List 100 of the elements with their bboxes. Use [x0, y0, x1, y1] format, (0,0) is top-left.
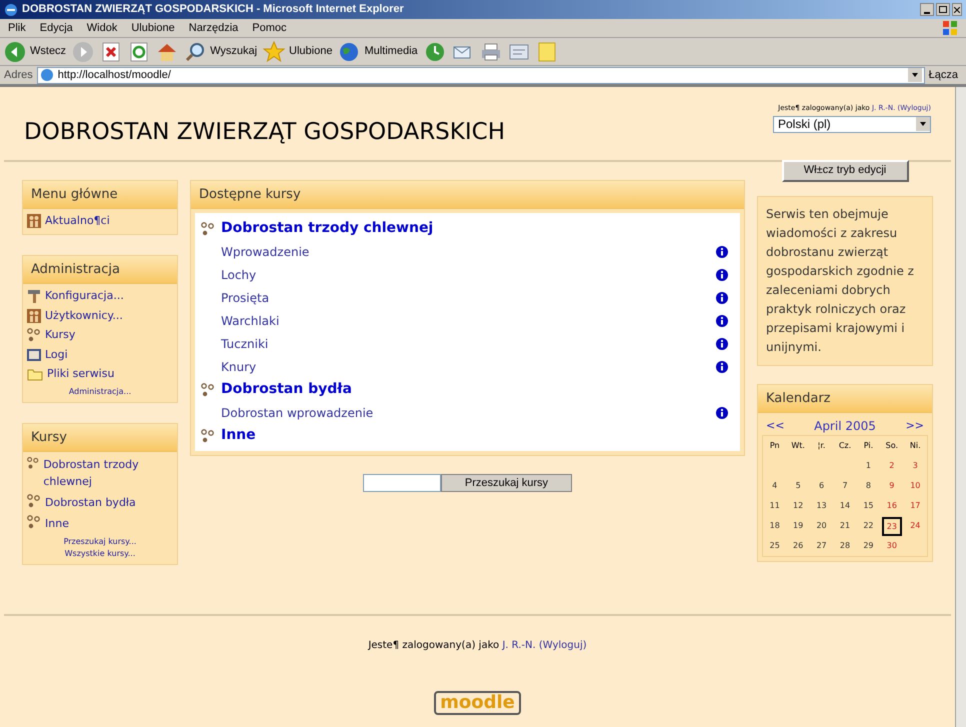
back-icon: [4, 40, 26, 62]
calendar-day[interactable]: 28: [840, 540, 850, 552]
history-icon: [424, 40, 446, 62]
toolbar-button[interactable]: [128, 40, 150, 62]
toolbar-button[interactable]: Multimedia: [338, 40, 418, 62]
calendar-day[interactable]: 27: [816, 540, 827, 552]
calendar-day[interactable]: 5: [796, 480, 801, 492]
edit-mode-button[interactable]: Wł±cz tryb edycji: [782, 160, 908, 182]
calendar-day[interactable]: 16: [886, 500, 897, 512]
toolbar-button[interactable]: Wyszukaj: [184, 40, 258, 62]
course-search-field[interactable]: [363, 474, 441, 492]
calendar-day[interactable]: 6: [819, 480, 824, 492]
category-link[interactable]: Dobrostan bydła: [221, 379, 352, 400]
toolbar-button[interactable]: Wstecz: [4, 40, 66, 62]
window-title: DOBROSTAN ZWIERZĄT GOSPODARSKICH - Microsoft Internet Explorer: [22, 2, 405, 18]
calendar-day[interactable]: 17: [910, 500, 920, 512]
menu-item[interactable]: Ulubione: [131, 20, 175, 36]
info-icon[interactable]: [716, 314, 728, 326]
calendar-day[interactable]: 7: [842, 480, 848, 492]
info-icon[interactable]: [716, 292, 728, 304]
calendar-day[interactable]: 26: [793, 540, 804, 552]
course-link[interactable]: Warchlaki: [221, 312, 280, 330]
calendar-day[interactable]: 13: [816, 500, 827, 512]
calendar-day[interactable]: 11: [770, 500, 780, 512]
logout-link[interactable]: (Wyloguj): [538, 640, 587, 651]
course-link[interactable]: Dobrostan wprowadzenie: [221, 404, 374, 422]
calendar-day[interactable]: 18: [770, 520, 780, 532]
site-description: Serwis ten obejmuje wiadomości z zakresu dobrostanu zwierząt gospodarskich zgodnie z zaleceniami dobrych praktyk rolniczych oraz przepisami krajowymi i unijnymi.: [766, 206, 915, 356]
close-button[interactable]: [952, 3, 962, 16]
calendar-day[interactable]: 24: [910, 520, 920, 532]
site-title: DOBROSTAN ZWIERZĄT GOSPODARSKICH: [24, 118, 505, 147]
course-link[interactable]: Inne: [45, 515, 69, 532]
info-icon[interactable]: [716, 268, 728, 280]
menu-item[interactable]: Narzędzia: [188, 20, 238, 36]
menu-link[interactable]: Aktualno¶ci: [45, 213, 110, 230]
block-header: Kalendarz: [758, 384, 932, 413]
search-courses-button[interactable]: Przeszukaj kursy: [441, 474, 572, 492]
minimize-button[interactable]: [920, 3, 934, 16]
menu-item[interactable]: Widok: [86, 20, 118, 36]
toolbar-button[interactable]: Ulubione: [263, 40, 332, 62]
info-icon[interactable]: [716, 406, 728, 418]
calendar-day[interactable]: 25: [770, 540, 780, 552]
windows-logo-icon: [942, 20, 958, 36]
course-link[interactable]: Tuczniki: [221, 334, 268, 352]
admin-link[interactable]: Pliki serwisu: [47, 366, 114, 382]
prev-month-link[interactable]: <<: [766, 418, 784, 434]
calendar-day[interactable]: 15: [863, 500, 874, 512]
category-link[interactable]: Dobrostan trzody chlewnej: [221, 218, 434, 239]
calendar-day[interactable]: 19: [793, 520, 804, 532]
calendar-day[interactable]: 22: [863, 520, 874, 532]
calendar-day[interactable]: 12: [793, 500, 804, 512]
calendar-day[interactable]: 20: [816, 520, 827, 532]
course-link[interactable]: Wprowadzenie: [221, 242, 310, 260]
calendar-day[interactable]: 2: [889, 460, 894, 472]
admin-link[interactable]: Użytkownicy...: [45, 308, 123, 324]
maximize-button[interactable]: [936, 3, 950, 16]
weekday-label: Pn: [768, 440, 781, 452]
calendar-day[interactable]: 1: [866, 460, 871, 472]
course-icon: [27, 328, 41, 342]
folder-icon: [27, 367, 43, 382]
toolbar-button[interactable]: [480, 40, 502, 62]
address-field[interactable]: http://localhost/moodle/: [36, 66, 925, 84]
admin-link[interactable]: Konfiguracja...: [45, 288, 124, 304]
course-link[interactable]: Knury: [221, 358, 256, 376]
toolbar-button[interactable]: [100, 40, 122, 62]
links-label[interactable]: Łącza: [928, 66, 962, 84]
calendar-day[interactable]: 4: [772, 480, 778, 492]
calendar-day[interactable]: 21: [840, 520, 850, 532]
calendar-day[interactable]: 10: [910, 480, 920, 492]
courses-link[interactable]: Wszystkie kursy...: [64, 548, 136, 560]
course-link[interactable]: Dobrostan trzody chlewnej: [43, 456, 173, 490]
menu-item[interactable]: Edycja: [40, 20, 73, 36]
category-link[interactable]: Inne: [221, 425, 256, 446]
next-month-link[interactable]: >>: [906, 418, 924, 434]
info-icon[interactable]: [716, 246, 728, 258]
course-link[interactable]: Dobrostan bydła: [45, 494, 136, 511]
info-icon[interactable]: [716, 360, 728, 372]
language-select[interactable]: Polski (pl): [773, 116, 931, 132]
calendar-day[interactable]: 30: [886, 540, 897, 552]
calendar-day[interactable]: 23: [882, 516, 902, 536]
menu-item[interactable]: Pomoc: [252, 20, 287, 36]
toolbar-button[interactable]: [424, 40, 446, 62]
course-link[interactable]: Lochy: [221, 266, 256, 284]
courses-link[interactable]: Przeszukaj kursy...: [64, 536, 136, 548]
user-link[interactable]: J. R.-N.: [502, 640, 536, 651]
calendar-day[interactable]: 8: [866, 480, 871, 492]
course-link[interactable]: Prosięta: [221, 288, 270, 306]
dropdown-icon[interactable]: [908, 68, 922, 82]
course-icon: [201, 222, 215, 236]
calendar-day[interactable]: 3: [912, 460, 918, 472]
menu-item[interactable]: Plik: [8, 20, 26, 36]
scrollbar[interactable]: [955, 87, 966, 727]
minimize-icon: [924, 12, 930, 15]
admin-more-link[interactable]: Administracja...: [68, 386, 132, 398]
calendar-day[interactable]: 29: [863, 540, 874, 552]
calendar-day[interactable]: 9: [889, 480, 894, 492]
admin-link[interactable]: Kursy: [45, 327, 76, 344]
info-icon[interactable]: [716, 338, 728, 350]
admin-link[interactable]: Logi: [45, 346, 68, 363]
calendar-day[interactable]: 14: [840, 500, 850, 512]
